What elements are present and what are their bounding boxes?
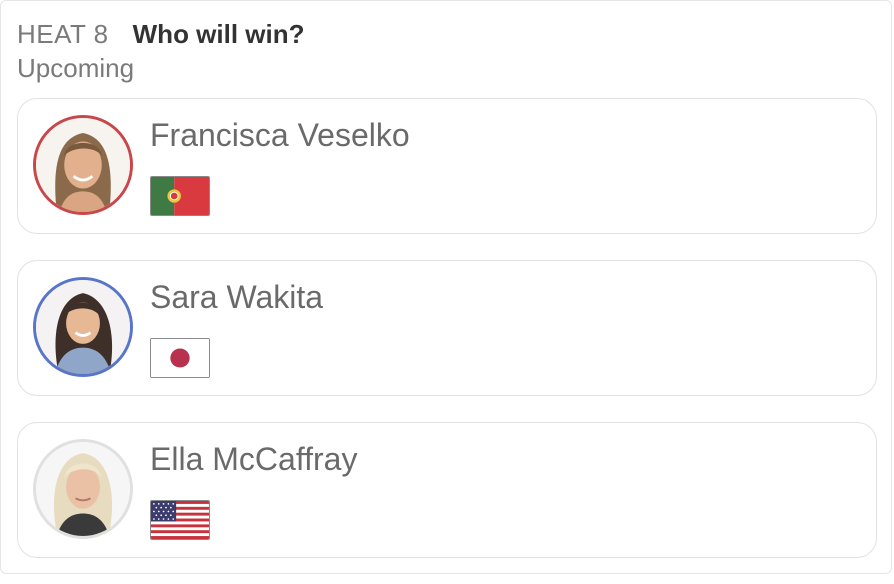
surfer-name: Ella McCaffray (150, 441, 358, 477)
surfer-option-sara-wakita[interactable]: Sara Wakita (17, 260, 877, 396)
usa-flag-icon (150, 500, 210, 540)
surfer-name: Francisca Veselko (150, 117, 410, 153)
heat-card: HEAT 8 Who will win? Upcoming Francisca V… (0, 0, 892, 574)
surfer-name: Sara Wakita (150, 279, 324, 315)
surfer-avatar (33, 115, 133, 215)
surfer-photo-icon (36, 442, 130, 536)
surfer-photo-icon (36, 118, 130, 212)
japan-flag-icon (150, 338, 210, 378)
heat-label: HEAT 8 (17, 19, 109, 49)
portugal-flag-icon (150, 176, 210, 216)
surfer-options-list: Francisca Veselko Sara Wakita Ella McCaf… (17, 98, 877, 584)
surfer-avatar (33, 277, 133, 377)
surfer-avatar (33, 439, 133, 539)
surfer-photo-icon (36, 280, 130, 374)
surfer-option-francisca-veselko[interactable]: Francisca Veselko (17, 98, 877, 234)
heat-status: Upcoming (17, 53, 135, 83)
heat-question: Who will win? (132, 19, 305, 49)
surfer-option-ella-mccaffray[interactable]: Ella McCaffray (17, 422, 877, 558)
heat-header: HEAT 8 Who will win? (17, 19, 305, 49)
